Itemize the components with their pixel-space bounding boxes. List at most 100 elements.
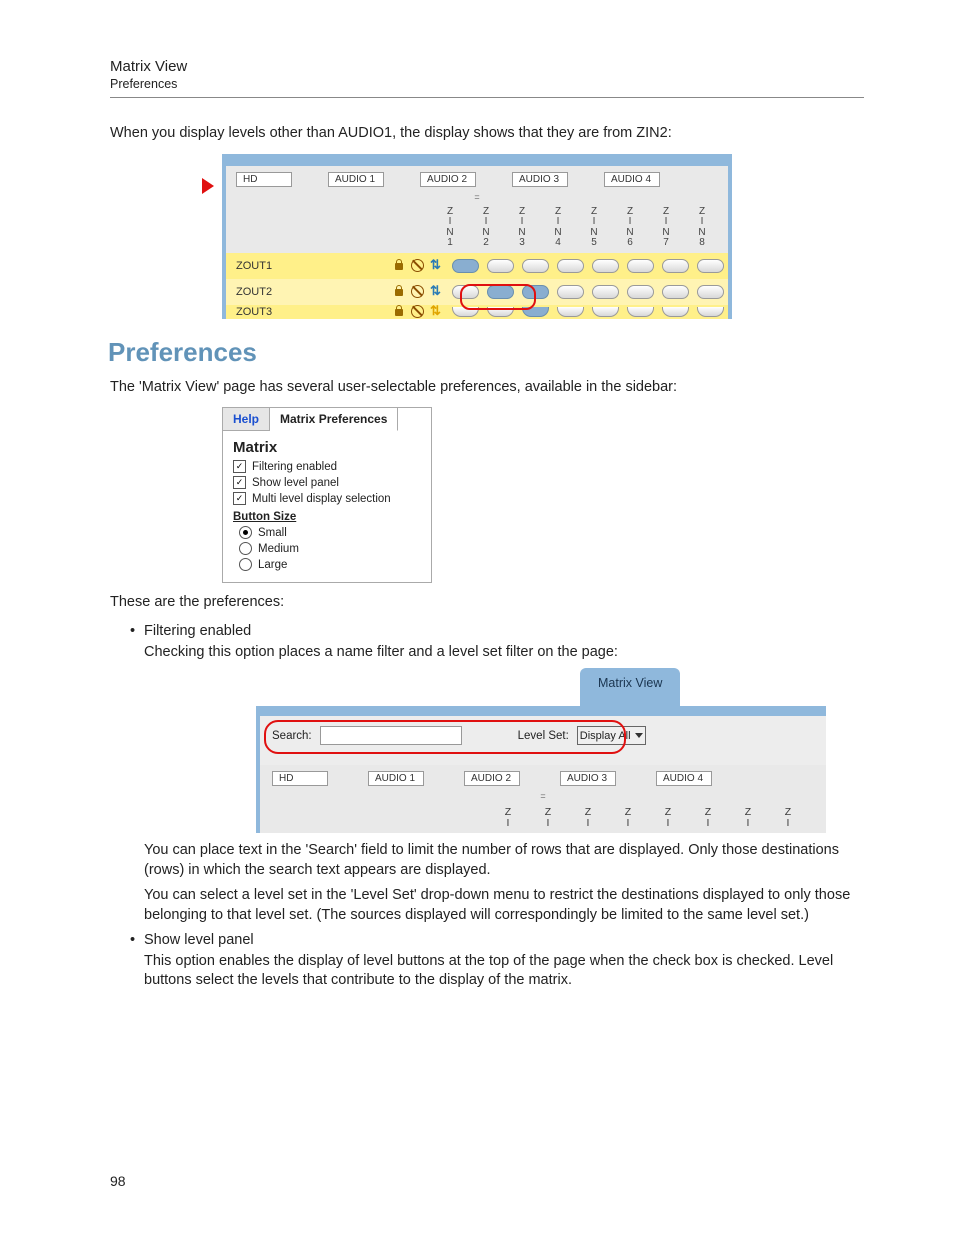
- row-label: ZOUT3: [226, 306, 366, 318]
- crosspoint-button[interactable]: [557, 259, 584, 273]
- crosspoint-button[interactable]: [557, 307, 584, 317]
- figure-matrix-zin2: HD AUDIO 1 AUDIO 2 AUDIO 3 AUDIO 4 = ZIN…: [222, 154, 732, 319]
- section-heading-preferences: Preferences: [108, 337, 864, 368]
- levelset-value: Display All: [580, 730, 631, 742]
- crosspoint-button[interactable]: [452, 285, 479, 299]
- column-header-zin: ZIN3: [504, 207, 540, 249]
- column-header-zin: ZIN1: [432, 207, 468, 249]
- crosspoint-button[interactable]: [662, 307, 689, 317]
- column-header-z: ZI: [688, 807, 728, 829]
- column-header-z: ZI: [768, 807, 808, 829]
- swap-icon[interactable]: ⇅: [430, 259, 442, 271]
- bullet-show-level-panel: Show level panel: [144, 932, 864, 948]
- crosspoint-button[interactable]: [522, 259, 549, 273]
- crosspoint-button[interactable]: [627, 259, 654, 273]
- crosspoint-button[interactable]: [592, 285, 619, 299]
- crosspoint-button[interactable]: [452, 307, 479, 317]
- column-header-z: ZI: [528, 807, 568, 829]
- bullet-icon: •: [130, 932, 144, 948]
- level-button[interactable]: HD: [236, 172, 292, 187]
- level-button[interactable]: HD: [272, 771, 328, 786]
- figure-prefs-sidebar: Help Matrix Preferences Matrix Filtering…: [222, 407, 432, 583]
- checkbox-label: Multi level display selection: [252, 493, 391, 505]
- column-header-zin: ZIN2: [468, 207, 504, 249]
- swap-icon[interactable]: ⇅: [430, 305, 442, 317]
- levelset-label: Level Set:: [518, 730, 569, 742]
- row-label: ZOUT2: [226, 286, 366, 298]
- level-button[interactable]: AUDIO 1: [328, 172, 384, 187]
- bullet-filtering-enabled: Filtering enabled: [144, 623, 864, 639]
- crosspoint-button[interactable]: [487, 259, 514, 273]
- tab-matrix-preferences[interactable]: Matrix Preferences: [270, 408, 398, 431]
- checkbox[interactable]: [233, 476, 246, 489]
- level-button[interactable]: AUDIO 3: [512, 172, 568, 187]
- crosspoint-button[interactable]: [627, 285, 654, 299]
- checkbox[interactable]: [233, 460, 246, 473]
- no-entry-icon[interactable]: [411, 259, 424, 272]
- search-input[interactable]: [320, 726, 462, 745]
- pref-intro: The 'Matrix View' page has several user-…: [110, 378, 864, 398]
- pref-lead: These are the preferences:: [110, 593, 864, 613]
- radio[interactable]: [239, 542, 252, 555]
- lock-icon[interactable]: [393, 285, 405, 297]
- radio-label: Large: [258, 559, 287, 571]
- tab-matrix-view[interactable]: Matrix View: [580, 668, 680, 714]
- lock-icon[interactable]: [393, 305, 405, 317]
- column-header-z: ZI: [568, 807, 608, 829]
- table-row: ZOUT3 ⇅: [222, 305, 732, 319]
- crosspoint-button[interactable]: [662, 285, 689, 299]
- crosspoint-button[interactable]: [662, 259, 689, 273]
- crosspoint-button[interactable]: [452, 259, 479, 273]
- radio[interactable]: [239, 526, 252, 539]
- column-header-zin: ZIN6: [612, 207, 648, 249]
- radio[interactable]: [239, 558, 252, 571]
- level-button[interactable]: AUDIO 4: [656, 771, 712, 786]
- no-entry-icon[interactable]: [411, 305, 424, 318]
- level-button[interactable]: AUDIO 3: [560, 771, 616, 786]
- panel-grip[interactable]: =: [222, 193, 732, 203]
- page-header-sub: Preferences: [110, 77, 864, 91]
- column-header-z: ZI: [728, 807, 768, 829]
- column-header-z: ZI: [608, 807, 648, 829]
- column-header-z: ZI: [488, 807, 528, 829]
- table-row: ZOUT1 ⇅: [222, 253, 732, 279]
- crosspoint-button[interactable]: [522, 307, 549, 317]
- checkbox[interactable]: [233, 492, 246, 505]
- tab-help[interactable]: Help: [223, 408, 270, 431]
- page-header-title: Matrix View: [110, 58, 864, 75]
- bullet-icon: •: [130, 623, 144, 639]
- crosspoint-button[interactable]: [627, 307, 654, 317]
- column-header-zin: ZIN4: [540, 207, 576, 249]
- radio-label: Small: [258, 527, 287, 539]
- intro-paragraph: When you display levels other than AUDIO…: [110, 124, 864, 144]
- swap-icon[interactable]: ⇅: [430, 285, 442, 297]
- para-levelset-desc: You can select a level set in the 'Level…: [144, 886, 864, 925]
- chevron-down-icon: [635, 733, 643, 738]
- panel-grip[interactable]: =: [256, 790, 826, 803]
- level-button[interactable]: AUDIO 1: [368, 771, 424, 786]
- prefs-heading: Matrix: [233, 439, 421, 456]
- level-button[interactable]: AUDIO 2: [420, 172, 476, 187]
- crosspoint-button[interactable]: [557, 285, 584, 299]
- radio-label: Medium: [258, 543, 299, 555]
- column-header-z: ZI: [648, 807, 688, 829]
- crosspoint-button[interactable]: [592, 259, 619, 273]
- crosspoint-button[interactable]: [697, 259, 724, 273]
- crosspoint-button[interactable]: [592, 307, 619, 317]
- crosspoint-button[interactable]: [697, 307, 724, 317]
- levelset-select[interactable]: Display All: [577, 726, 646, 745]
- row-label: ZOUT1: [226, 260, 366, 272]
- page-number: 98: [110, 1173, 126, 1189]
- no-entry-icon[interactable]: [411, 285, 424, 298]
- crosspoint-button[interactable]: [522, 285, 549, 299]
- crosspoint-button[interactable]: [487, 307, 514, 317]
- column-header-zin: ZIN8: [684, 207, 720, 249]
- lock-icon[interactable]: [393, 259, 405, 271]
- column-header-zin: ZIN7: [648, 207, 684, 249]
- crosspoint-button[interactable]: [487, 285, 514, 299]
- checkbox-label: Show level panel: [252, 477, 339, 489]
- column-header-zin: ZIN5: [576, 207, 612, 249]
- crosspoint-button[interactable]: [697, 285, 724, 299]
- level-button[interactable]: AUDIO 4: [604, 172, 660, 187]
- level-button[interactable]: AUDIO 2: [464, 771, 520, 786]
